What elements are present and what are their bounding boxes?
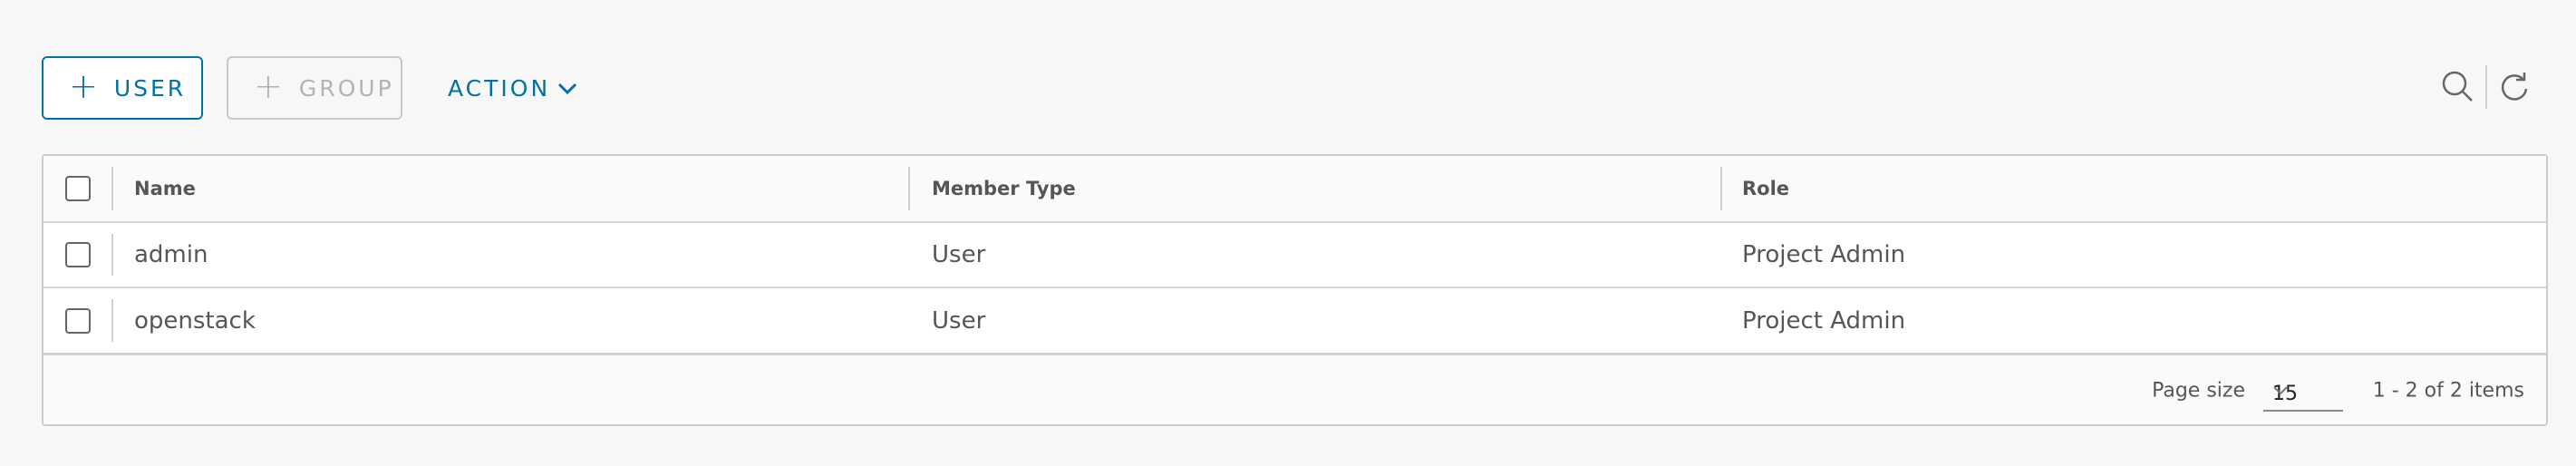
table-row: openstack User Project Admin <box>44 288 2546 355</box>
add-group-label: GROUP <box>298 74 394 102</box>
cell-name: openstack <box>134 306 256 335</box>
search-icon[interactable] <box>2438 67 2478 107</box>
column-header-role[interactable]: Role <box>1742 178 1789 199</box>
toolbar: + USER + GROUP ACTION <box>42 56 2534 121</box>
toolbar-icons <box>2438 65 2534 109</box>
plus-icon: + <box>254 66 283 106</box>
table-header-row: Name Member Type Role <box>44 156 2546 223</box>
chevron-down-icon <box>2272 379 2334 402</box>
page-size-select[interactable]: 15 <box>2263 370 2343 412</box>
column-header-name[interactable]: Name <box>134 178 196 199</box>
cell-role: Project Admin <box>1742 306 1906 335</box>
row-checkbox[interactable] <box>65 242 91 267</box>
toolbar-divider <box>2485 65 2487 109</box>
column-resize-handle[interactable] <box>908 167 910 210</box>
action-label: ACTION <box>448 74 551 102</box>
column-header-member-type[interactable]: Member Type <box>932 178 1076 199</box>
cell-name: admin <box>134 241 208 268</box>
add-group-button[interactable]: + GROUP <box>227 56 402 120</box>
cell-member-type: User <box>932 306 986 335</box>
action-dropdown-button[interactable]: ACTION <box>448 56 584 120</box>
column-divider <box>111 234 113 276</box>
table-row: admin User Project Admin <box>44 223 2546 288</box>
cell-member-type: User <box>932 241 986 268</box>
row-checkbox[interactable] <box>65 307 91 334</box>
column-divider <box>111 299 113 342</box>
add-user-label: USER <box>113 74 187 102</box>
page-size-label: Page size <box>2152 379 2245 403</box>
column-resize-handle[interactable] <box>1720 167 1722 210</box>
add-user-button[interactable]: + USER <box>42 56 203 120</box>
chevron-down-icon <box>557 75 577 102</box>
plus-icon: + <box>69 66 98 106</box>
item-count: 1 - 2 of 2 items <box>2372 379 2524 403</box>
select-all-checkbox[interactable] <box>65 176 91 201</box>
column-divider <box>111 167 113 210</box>
refresh-icon[interactable] <box>2494 67 2534 107</box>
cell-role: Project Admin <box>1742 241 1906 268</box>
datagrid-footer: Page size 15 1 - 2 of 2 items <box>44 357 2546 424</box>
members-datagrid: Name Member Type Role admin User Project… <box>42 154 2548 426</box>
